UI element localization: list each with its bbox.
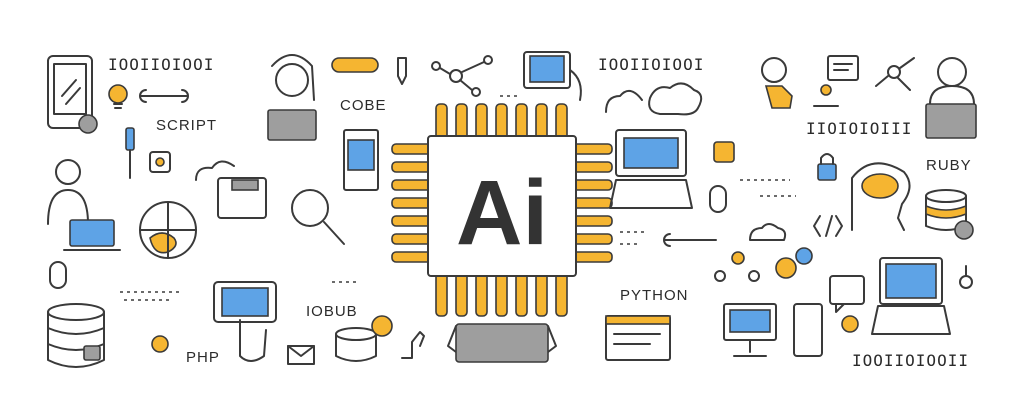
laptop-right-icon — [871, 257, 951, 335]
lightbulb-right-icon — [841, 315, 859, 333]
chip-pins-top — [435, 103, 568, 141]
binary-top-left: IOOIIOIOOI — [108, 55, 214, 74]
ai-technology-illustration: Ai IOOIIOIOOI IOOIIOIOOI IIOIOIOIII IOOI… — [47, 51, 977, 370]
script-label: SCRIPT — [156, 117, 217, 134]
gears-icon — [775, 247, 813, 279]
brain-cloud-icon — [648, 82, 703, 116]
lightbulb-bottom-icon — [151, 335, 169, 353]
mouse-right-icon — [709, 185, 727, 213]
wrench-icon — [139, 89, 189, 103]
hand-phone-icon — [523, 51, 582, 101]
network-icon — [431, 55, 493, 97]
php-label: PHP — [186, 349, 220, 366]
person-icon — [47, 159, 89, 225]
gear-icon — [78, 114, 98, 134]
laptop-screen-icon — [609, 129, 693, 209]
key-icon — [959, 265, 973, 289]
mouse-icon — [49, 261, 67, 289]
ai-label: Ai — [456, 162, 548, 264]
magnifier-icon — [291, 189, 345, 245]
laptop-icon — [63, 219, 121, 251]
ruby-label: RUBY — [926, 157, 972, 174]
chip-tiny-icon — [713, 141, 735, 163]
document-screen-icon — [343, 129, 379, 191]
code-label: COBE — [340, 97, 387, 114]
developer-avatar-icon — [267, 54, 317, 141]
network-right-icon — [875, 57, 915, 91]
chat-icon — [827, 55, 859, 81]
binary-bottom-right: IOOIIOIOOII — [852, 351, 969, 370]
usb-drive-icon — [125, 127, 135, 179]
toggle-icon — [331, 57, 379, 73]
envelope-icon — [287, 345, 315, 365]
binary-top-center: IOOIIOIOOI — [598, 55, 704, 74]
chip-small-icon — [149, 151, 171, 173]
lightbulb-icon — [108, 84, 128, 109]
wrench-right-icon — [663, 233, 717, 247]
user-upload-icon — [813, 84, 839, 107]
binary-right-mid: IIOIOIOIII — [806, 119, 912, 138]
ai-chip: Ai — [391, 103, 613, 363]
padlock-icon — [817, 153, 837, 181]
cloud-upload-icon — [605, 89, 643, 113]
cloud-folder-icon — [195, 160, 267, 219]
phone-small-icon — [793, 303, 823, 357]
idea-bulb-icon — [371, 315, 393, 337]
globe-icon — [139, 201, 197, 259]
json-label: IOBUB — [306, 303, 358, 320]
code-window-icon — [605, 315, 671, 361]
user-laptop-icon — [925, 57, 977, 139]
python-label: PYTHON — [620, 287, 689, 304]
pen-icon — [397, 57, 407, 85]
gear-right-icon — [954, 220, 974, 240]
desktop-icon — [723, 303, 777, 357]
speech-bubble-icon — [829, 275, 865, 313]
touch-icon — [761, 57, 793, 109]
ai-head-icon — [851, 162, 911, 231]
clouds-icon — [749, 223, 787, 241]
thumbs-up-icon — [401, 331, 425, 359]
team-icon — [714, 251, 760, 282]
coins-icon — [335, 327, 377, 362]
lock-icon — [83, 345, 101, 361]
code-tag-icon — [813, 215, 843, 237]
chip-base — [447, 323, 557, 363]
tablet-icon — [213, 281, 277, 362]
